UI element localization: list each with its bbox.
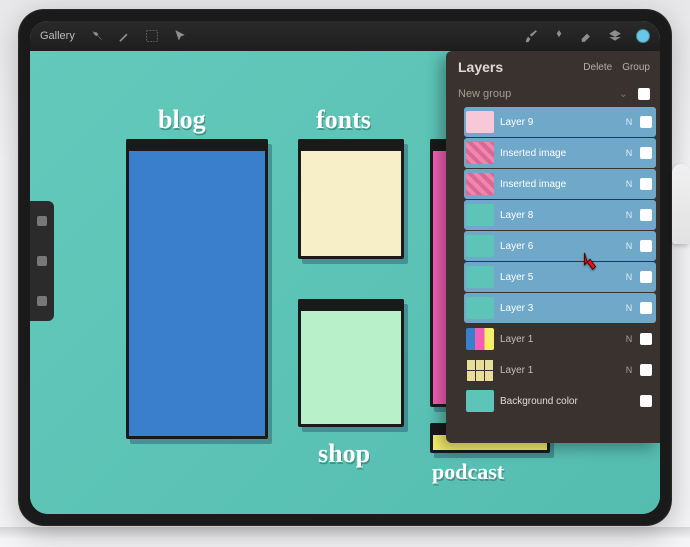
label-fonts: fonts [316,105,371,135]
layer-row[interactable]: Layer 1 N [464,355,656,385]
layer-row[interactable]: Layer 8 N [464,200,656,230]
layer-name: Layer 6 [500,241,618,252]
layer-thumb [466,142,494,164]
delete-button[interactable]: Delete [583,62,612,73]
layers-icon[interactable] [608,29,622,43]
blend-mode[interactable]: N [624,334,634,344]
layer-name: Background color [500,396,618,407]
group-name: New group [458,88,511,100]
visibility-checkbox[interactable] [640,209,652,221]
visibility-checkbox[interactable] [640,147,652,159]
layer-name: Layer 5 [500,272,618,283]
blend-mode[interactable]: N [624,148,634,158]
layer-name: Layer 8 [500,210,618,221]
cursor-icon[interactable] [173,29,187,43]
visibility-checkbox[interactable] [640,240,652,252]
visibility-checkbox[interactable] [640,333,652,345]
visibility-checkbox[interactable] [640,271,652,283]
layer-name: Layer 9 [500,117,618,128]
wand-icon[interactable] [117,29,131,43]
layer-name: Layer 3 [500,303,618,314]
note-blog [126,139,268,439]
layer-thumb [466,235,494,257]
label-podcast: podcast [432,459,504,485]
left-sidebar[interactable] [30,201,54,321]
blend-mode[interactable]: N [624,303,634,313]
ipad-device: Gallery blog fonts clients shop podcast [18,9,672,526]
layers-panel: Layers Delete Group New group ⌄ Layer 9 … [446,51,660,443]
top-toolbar: Gallery [30,21,660,51]
blend-mode[interactable]: N [624,272,634,282]
chevron-down-icon: ⌄ [619,87,628,100]
label-shop: shop [318,439,370,469]
blend-mode[interactable]: N [624,179,634,189]
layer-thumb [466,328,494,350]
layer-thumb [466,390,494,412]
layer-thumb [466,359,494,381]
layer-group-row[interactable]: New group ⌄ [446,81,660,106]
visibility-checkbox[interactable] [640,116,652,128]
layer-thumb [466,266,494,288]
note-shop [298,299,404,427]
layer-thumb [466,173,494,195]
blend-mode[interactable]: N [624,210,634,220]
visibility-checkbox[interactable] [640,302,652,314]
eraser-icon[interactable] [580,29,594,43]
group-button[interactable]: Group [622,62,650,73]
blend-mode[interactable]: N [624,241,634,251]
select-icon[interactable] [145,29,159,43]
group-visibility-checkbox[interactable] [638,88,650,100]
layer-row[interactable]: Layer 6 N [464,231,656,261]
layer-row[interactable]: Layer 1 N [464,324,656,354]
layer-name: Inserted image [500,148,618,159]
label-blog: blog [158,105,206,135]
blend-mode[interactable]: N [624,365,634,375]
pointer-cursor-icon [579,251,601,273]
layer-row[interactable]: Layer 5 N [464,262,656,292]
layer-thumb [466,204,494,226]
layers-title: Layers [458,59,573,75]
wrench-icon[interactable] [89,29,103,43]
color-swatch[interactable] [636,29,650,43]
layer-thumb [466,111,494,133]
visibility-checkbox[interactable] [640,364,652,376]
smudge-icon[interactable] [552,29,566,43]
layer-name: Inserted image [500,179,618,190]
layer-row[interactable]: Inserted image N [464,169,656,199]
layer-row[interactable]: Layer 9 N [464,107,656,137]
layer-list: Layer 9 N Inserted image N Inserted imag… [446,106,660,443]
visibility-checkbox[interactable] [640,395,652,407]
layer-row[interactable]: Layer 3 N [464,293,656,323]
blend-mode[interactable]: N [624,117,634,127]
gallery-button[interactable]: Gallery [40,30,75,42]
apple-pencil [672,164,690,244]
app-screen: Gallery blog fonts clients shop podcast [30,21,660,514]
background-layer-row[interactable]: Background color [464,386,656,416]
brush-icon[interactable] [524,29,538,43]
note-fonts [298,139,404,259]
layer-name: Layer 1 [500,334,618,345]
layer-name: Layer 1 [500,365,618,376]
visibility-checkbox[interactable] [640,178,652,190]
layer-row[interactable]: Inserted image N [464,138,656,168]
layer-thumb [466,297,494,319]
